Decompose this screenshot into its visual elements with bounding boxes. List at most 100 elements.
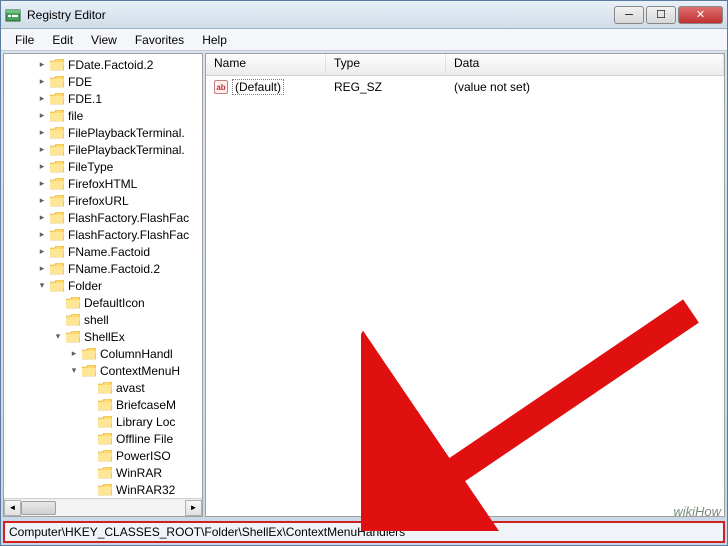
folder-icon bbox=[66, 314, 80, 326]
tree-item-label: FDate.Factoid.2 bbox=[68, 58, 153, 72]
chevron-down-icon[interactable]: ▾ bbox=[68, 365, 80, 377]
close-button[interactable]: ✕ bbox=[678, 6, 723, 24]
chevron-right-icon[interactable]: ▸ bbox=[36, 59, 48, 71]
tree-item[interactable]: ▸FName.Factoid.2 bbox=[4, 260, 202, 277]
menu-help[interactable]: Help bbox=[194, 31, 235, 49]
tree-leaf-spacer bbox=[52, 297, 64, 309]
tree-item-label: FileType bbox=[68, 160, 113, 174]
tree-item[interactable]: DefaultIcon bbox=[4, 294, 202, 311]
tree-item[interactable]: PowerISO bbox=[4, 447, 202, 464]
tree-item-label: Folder bbox=[68, 279, 102, 293]
folder-icon bbox=[66, 297, 80, 309]
tree-item[interactable]: WinRAR32 bbox=[4, 481, 202, 498]
folder-icon bbox=[50, 144, 64, 156]
tree-item[interactable]: ▾ Folder bbox=[4, 277, 202, 294]
scroll-left-button[interactable]: ◄ bbox=[4, 500, 21, 516]
folder-icon bbox=[50, 161, 64, 173]
column-header-data[interactable]: Data bbox=[446, 54, 724, 75]
folder-icon bbox=[98, 484, 112, 496]
tree-item-label: BriefcaseM bbox=[116, 398, 176, 412]
tree-item-label: WinRAR bbox=[116, 466, 162, 480]
client-area: ▸FDate.Factoid.2▸FDE▸FDE.1▸file▸FilePlay… bbox=[1, 51, 727, 519]
menubar: File Edit View Favorites Help bbox=[1, 29, 727, 51]
tree-horizontal-scrollbar[interactable]: ◄ ► bbox=[4, 498, 202, 516]
tree-item-label: PowerISO bbox=[116, 449, 171, 463]
list-row[interactable]: ab(Default)REG_SZ(value not set) bbox=[206, 78, 724, 96]
minimize-button[interactable]: ─ bbox=[614, 6, 644, 24]
tree-item[interactable]: ▸FlashFactory.FlashFac bbox=[4, 226, 202, 243]
folder-icon bbox=[98, 450, 112, 462]
tree-item[interactable]: ▾ShellEx bbox=[4, 328, 202, 345]
tree-item[interactable]: WinRAR bbox=[4, 464, 202, 481]
folder-icon bbox=[50, 178, 64, 190]
folder-icon bbox=[50, 246, 64, 258]
list-body[interactable]: ab(Default)REG_SZ(value not set) bbox=[206, 76, 724, 516]
value-type: REG_SZ bbox=[326, 80, 446, 94]
tree-item[interactable]: shell bbox=[4, 311, 202, 328]
tree-item[interactable]: ▾ ContextMenuH bbox=[4, 362, 202, 379]
chevron-right-icon[interactable]: ▸ bbox=[36, 76, 48, 88]
chevron-right-icon[interactable]: ▸ bbox=[36, 127, 48, 139]
tree-item[interactable]: ▸FilePlaybackTerminal. bbox=[4, 141, 202, 158]
tree-item-label: DefaultIcon bbox=[84, 296, 145, 310]
tree-leaf-spacer bbox=[84, 467, 96, 479]
folder-icon bbox=[82, 365, 96, 377]
folder-icon bbox=[50, 110, 64, 122]
tree-item[interactable]: ▸ FDE bbox=[4, 73, 202, 90]
tree-item[interactable]: ▸ file bbox=[4, 107, 202, 124]
menu-file[interactable]: File bbox=[7, 31, 42, 49]
tree-item-label: ContextMenuH bbox=[100, 364, 180, 378]
chevron-right-icon[interactable]: ▸ bbox=[36, 110, 48, 122]
chevron-right-icon[interactable]: ▸ bbox=[36, 195, 48, 207]
tree-leaf-spacer bbox=[84, 416, 96, 428]
tree-view[interactable]: ▸FDate.Factoid.2▸FDE▸FDE.1▸file▸FilePlay… bbox=[4, 54, 202, 498]
menu-edit[interactable]: Edit bbox=[44, 31, 81, 49]
chevron-down-icon[interactable]: ▾ bbox=[52, 331, 64, 343]
menu-favorites[interactable]: Favorites bbox=[127, 31, 192, 49]
chevron-right-icon[interactable]: ▸ bbox=[36, 229, 48, 241]
tree-leaf-spacer bbox=[84, 450, 96, 462]
tree-item[interactable]: ▸ FName.Factoid bbox=[4, 243, 202, 260]
column-header-type[interactable]: Type bbox=[326, 54, 446, 75]
tree-item[interactable]: avast bbox=[4, 379, 202, 396]
tree-item[interactable]: ▸ FDate.Factoid.2 bbox=[4, 56, 202, 73]
chevron-right-icon[interactable]: ▸ bbox=[36, 212, 48, 224]
chevron-right-icon[interactable]: ▸ bbox=[36, 246, 48, 258]
tree-item[interactable]: ▸FilePlaybackTerminal. bbox=[4, 124, 202, 141]
tree-item[interactable]: ▸ FlashFactory.FlashFac bbox=[4, 209, 202, 226]
tree-item-label: file bbox=[68, 109, 83, 123]
tree-item[interactable]: ▸FirefoxURL bbox=[4, 192, 202, 209]
tree-item[interactable]: Library Loc bbox=[4, 413, 202, 430]
scroll-track[interactable] bbox=[21, 500, 185, 516]
tree-item-label: FName.Factoid bbox=[68, 245, 150, 259]
tree-item[interactable]: ▸FirefoxHTML bbox=[4, 175, 202, 192]
scroll-right-button[interactable]: ► bbox=[185, 500, 202, 516]
column-header-name[interactable]: Name bbox=[206, 54, 326, 75]
tree-item[interactable]: ▸ ColumnHandl bbox=[4, 345, 202, 362]
chevron-right-icon[interactable]: ▸ bbox=[36, 161, 48, 173]
tree-item-label: shell bbox=[84, 313, 109, 327]
tree-item-label: WinRAR32 bbox=[116, 483, 175, 497]
tree-item-label: FlashFactory.FlashFac bbox=[68, 211, 189, 225]
tree-item[interactable]: ▸FDE.1 bbox=[4, 90, 202, 107]
maximize-button[interactable]: ☐ bbox=[646, 6, 676, 24]
tree-item-label: ColumnHandl bbox=[100, 347, 173, 361]
tree-leaf-spacer bbox=[84, 433, 96, 445]
chevron-right-icon[interactable]: ▸ bbox=[36, 178, 48, 190]
tree-item[interactable]: ▸ FileType bbox=[4, 158, 202, 175]
tree-item[interactable]: Offline File bbox=[4, 430, 202, 447]
chevron-right-icon[interactable]: ▸ bbox=[36, 263, 48, 275]
menu-view[interactable]: View bbox=[83, 31, 125, 49]
chevron-right-icon[interactable]: ▸ bbox=[68, 348, 80, 360]
chevron-right-icon[interactable]: ▸ bbox=[36, 144, 48, 156]
value-data: (value not set) bbox=[446, 80, 724, 94]
tree-item-label: avast bbox=[116, 381, 145, 395]
chevron-right-icon[interactable]: ▸ bbox=[36, 93, 48, 105]
tree-item[interactable]: BriefcaseM bbox=[4, 396, 202, 413]
folder-icon bbox=[50, 280, 64, 292]
tree-item-label: Library Loc bbox=[116, 415, 175, 429]
chevron-down-icon[interactable]: ▾ bbox=[36, 280, 48, 292]
status-path: Computer\HKEY_CLASSES_ROOT\Folder\ShellE… bbox=[9, 525, 405, 539]
scroll-thumb[interactable] bbox=[21, 501, 56, 515]
tree-item-label: FDE bbox=[68, 75, 92, 89]
